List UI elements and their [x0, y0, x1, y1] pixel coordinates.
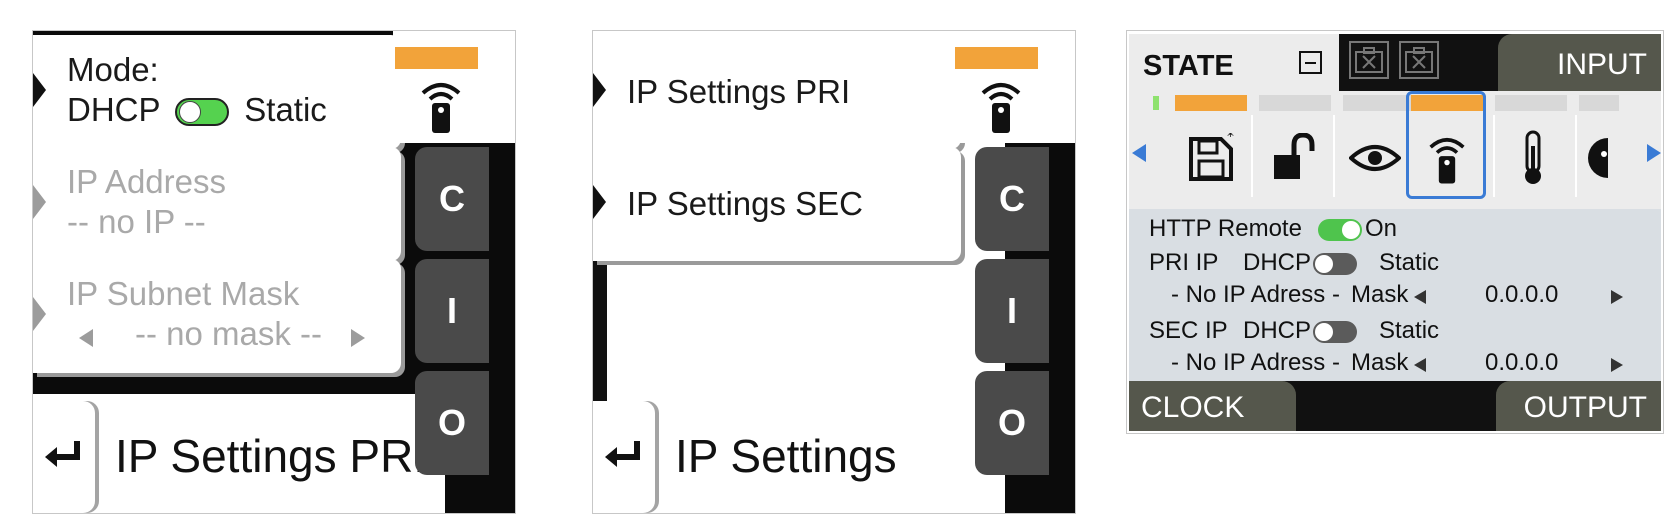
- key-i[interactable]: I: [415, 259, 489, 363]
- sec-ip-toggle[interactable]: [1313, 321, 1357, 343]
- state-screen: STATE INPUT * HTTP Remote On PRI IP DHCP…: [1126, 30, 1664, 434]
- toggle-knob: [179, 101, 202, 124]
- settings-panel: HTTP Remote On PRI IP DHCP Static - No I…: [1129, 209, 1661, 381]
- ip-settings-sec-label: IP Settings SEC: [627, 185, 864, 222]
- key-c[interactable]: C: [415, 147, 489, 251]
- mode-button[interactable]: Mode: DHCP Static: [33, 35, 401, 149]
- static-label: Static: [244, 91, 327, 128]
- thermometer-icon[interactable]: [1491, 119, 1575, 197]
- key-c[interactable]: C: [975, 147, 1049, 251]
- state-title: STATE: [1143, 50, 1234, 82]
- indicator-bar: [1579, 95, 1619, 111]
- triangle-right-icon[interactable]: [351, 329, 365, 347]
- chevron-right-icon: [593, 185, 606, 219]
- state-tab[interactable]: STATE: [1129, 34, 1339, 91]
- ip-address-button[interactable]: IP Address -- no IP --: [33, 147, 401, 261]
- disconnected-port-icon: [1399, 41, 1439, 79]
- mode-toggle[interactable]: [175, 98, 230, 127]
- sec-no-ip-text: - No IP Adress -: [1171, 349, 1340, 376]
- key-o[interactable]: O: [415, 371, 489, 475]
- subnet-mask-button[interactable]: IP Subnet Mask -- no mask --: [33, 259, 401, 373]
- collapse-icon[interactable]: [1299, 51, 1322, 74]
- wifi-remote-icon[interactable]: [1405, 119, 1489, 197]
- key-o[interactable]: O: [975, 371, 1049, 475]
- back-button[interactable]: [33, 401, 95, 513]
- chevron-right-icon: [593, 73, 606, 107]
- wifi-remote-icon: [421, 83, 461, 133]
- pri-ip-label: PRI IP: [1149, 249, 1219, 276]
- page-title: IP Settings: [675, 430, 897, 482]
- indicator-bar: [1259, 95, 1331, 111]
- sec-static-label: Static: [1379, 317, 1440, 344]
- key-i[interactable]: I: [975, 259, 1049, 363]
- pri-dhcp-label: DHCP: [1243, 249, 1312, 276]
- subnet-mask-label: IP Subnet Mask: [67, 275, 300, 312]
- return-arrow-icon: [45, 441, 80, 467]
- partial-icon[interactable]: [1575, 119, 1615, 197]
- ip-address-value: -- no IP --: [67, 203, 206, 240]
- scroll-left-icon[interactable]: [1132, 144, 1146, 162]
- sec-mask-next-icon[interactable]: [1611, 358, 1623, 372]
- pri-mask-value: 0.0.0.0: [1485, 281, 1559, 308]
- pri-static-label: Static: [1379, 249, 1440, 276]
- indicator-bar: [1343, 95, 1415, 111]
- unlock-icon[interactable]: [1251, 119, 1335, 197]
- triangle-left-icon[interactable]: [79, 329, 93, 347]
- http-remote-label: HTTP Remote: [1149, 215, 1302, 242]
- toggle-knob: [1342, 221, 1360, 239]
- mode-toggle-row: DHCP Static: [67, 91, 327, 129]
- ip-settings-pri-screen: Mode: DHCP Static IP Address -- no IP --…: [32, 30, 516, 514]
- mode-label: Mode:: [67, 51, 159, 88]
- save-icon[interactable]: *: [1169, 119, 1253, 197]
- page-title: IP Settings PRI: [115, 430, 427, 482]
- wifi-remote-icon: [981, 83, 1021, 133]
- sec-mask-prev-icon[interactable]: [1414, 358, 1426, 372]
- pri-mask-label: Mask: [1351, 281, 1409, 308]
- sec-ip-label: SEC IP: [1149, 317, 1228, 344]
- svg-text:*: *: [1227, 133, 1234, 145]
- ip-settings-pri-label: IP Settings PRI: [627, 73, 851, 110]
- scroll-edge: [593, 261, 607, 401]
- active-indicator: [955, 47, 1038, 69]
- chevron-right-icon: [33, 297, 46, 331]
- sec-mask-value: 0.0.0.0: [1485, 349, 1559, 376]
- toggle-knob: [1315, 323, 1333, 341]
- active-indicator: [395, 47, 478, 69]
- scroll-right-icon[interactable]: [1647, 144, 1661, 162]
- http-remote-state: On: [1365, 215, 1398, 242]
- chevron-right-icon: [33, 185, 46, 219]
- return-arrow-icon: [605, 441, 640, 467]
- sec-mask-label: Mask: [1351, 349, 1409, 376]
- pri-ip-toggle[interactable]: [1313, 253, 1357, 275]
- http-remote-toggle[interactable]: [1318, 219, 1362, 241]
- ip-settings-sec-button[interactable]: IP Settings SEC: [593, 147, 961, 261]
- disconnected-port-icon: [1349, 41, 1389, 79]
- clock-tab[interactable]: CLOCK: [1129, 381, 1296, 431]
- output-tab[interactable]: OUTPUT: [1496, 381, 1661, 431]
- back-button[interactable]: [593, 401, 655, 513]
- pri-no-ip-text: - No IP Adress -: [1171, 281, 1340, 308]
- sec-dhcp-label: DHCP: [1243, 317, 1312, 344]
- indicator-bar: [1495, 95, 1567, 111]
- ip-settings-pri-button[interactable]: IP Settings PRI: [593, 35, 961, 149]
- subnet-mask-value: -- no mask --: [135, 315, 323, 352]
- status-led: [1153, 96, 1159, 110]
- input-tab[interactable]: INPUT: [1498, 34, 1661, 91]
- dhcp-label: DHCP: [67, 91, 160, 128]
- chevron-right-icon: [33, 73, 46, 107]
- pri-mask-next-icon[interactable]: [1611, 290, 1623, 304]
- ip-settings-screen: IP Settings PRI IP Settings SEC IP Setti…: [592, 30, 1076, 514]
- pri-mask-prev-icon[interactable]: [1414, 290, 1426, 304]
- indicator-bar: [1175, 95, 1247, 111]
- toggle-knob: [1315, 255, 1333, 273]
- ip-address-label: IP Address: [67, 163, 226, 200]
